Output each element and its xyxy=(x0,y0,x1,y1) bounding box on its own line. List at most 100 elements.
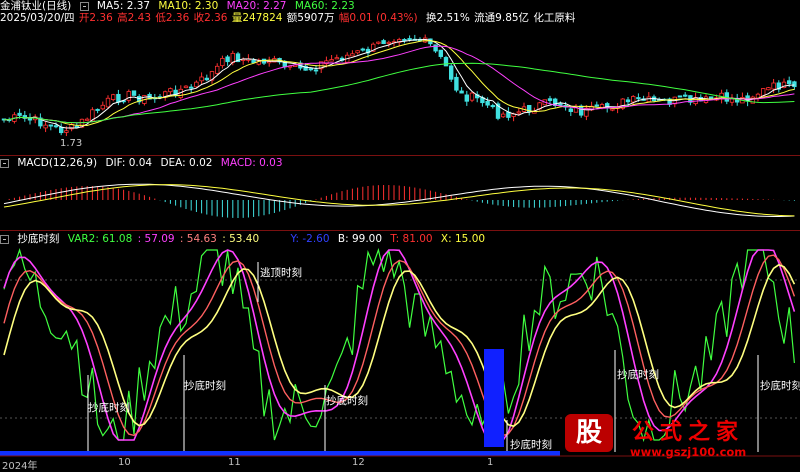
bottom-signal-label-5: 抄底时刻 xyxy=(617,369,659,381)
candle-body xyxy=(464,94,469,102)
quote-close: 收2.36 xyxy=(193,12,228,24)
candle-body xyxy=(43,124,48,129)
candle-body xyxy=(100,104,105,110)
ma10-line xyxy=(4,40,795,127)
indicator-settings-icon[interactable] xyxy=(0,234,9,244)
candle-body xyxy=(792,81,797,88)
macd-settings-icon[interactable] xyxy=(0,158,9,168)
candle-body xyxy=(48,124,53,127)
settings-box-icon[interactable] xyxy=(79,1,89,11)
quote-amount: 额5907万 xyxy=(286,12,335,24)
candle-body xyxy=(214,65,220,74)
candle-body xyxy=(168,88,173,93)
candle-body xyxy=(636,97,641,100)
candle-body xyxy=(199,76,204,82)
candle-body xyxy=(53,125,59,128)
ma20-line xyxy=(4,45,795,124)
candle-body xyxy=(74,125,79,128)
candle-body xyxy=(131,90,137,96)
candle-body xyxy=(59,126,64,134)
ma60-value: MA60: 2.23 xyxy=(294,0,355,12)
candle-body xyxy=(490,105,495,108)
candle-body xyxy=(225,56,230,63)
ma5-line xyxy=(4,38,795,129)
macd-header: MACD(12,26,9) DIF: 0.04 DEA: 0.02 MACD: … xyxy=(0,157,288,170)
candle-body xyxy=(27,117,33,121)
candle-body xyxy=(188,86,194,89)
quote-sector: 化工原料 xyxy=(533,12,576,24)
candle-body xyxy=(443,57,449,67)
ma60-line xyxy=(4,62,795,124)
indicator-v2: : 57.09 xyxy=(137,233,175,245)
stock-title: 金浦钛业(日线) xyxy=(0,0,72,12)
quote-line: 2025/03/20/四 开2.36 高2.43 低2.36 收2.36 量24… xyxy=(0,12,580,25)
candle-body xyxy=(683,94,688,97)
candle-body xyxy=(329,59,334,62)
xaxis-label-0: 2024年 xyxy=(2,461,38,472)
quote-date: 2025/03/20/四 xyxy=(0,12,75,24)
indicator-y: Y: -2.60 xyxy=(290,233,330,245)
candle-body xyxy=(599,104,605,108)
candle-body xyxy=(454,76,459,91)
quote-high: 高2.43 xyxy=(117,12,152,24)
candle-body xyxy=(105,97,111,108)
xaxis-label-4: 1 xyxy=(487,457,494,468)
quote-open: 开2.36 xyxy=(78,12,113,24)
bottom-signal-label-3: 抄底时刻 xyxy=(326,395,368,407)
candle-body xyxy=(386,41,391,44)
indicator-v3: : 54.63 xyxy=(179,233,217,245)
candle-body xyxy=(126,91,131,101)
top-signal-label: 逃顶时刻 xyxy=(260,267,302,279)
candle-body xyxy=(313,69,319,72)
candle-body xyxy=(376,41,381,44)
candle-body xyxy=(438,49,443,57)
macd-dea: DEA: 0.02 xyxy=(160,157,213,169)
candle-body xyxy=(433,44,438,52)
indicator-var2: VAR2: 61.08 xyxy=(67,233,133,245)
candle-body xyxy=(594,104,599,107)
indicator-v4: : 53.40 xyxy=(222,233,260,245)
candle-body xyxy=(308,68,313,71)
watermark: 股 公式之家 www.gszj100.com xyxy=(560,412,800,462)
xaxis-label-1: 10 xyxy=(118,457,131,468)
candle-body xyxy=(111,94,116,100)
candle-body xyxy=(204,77,209,81)
candle-body xyxy=(220,57,225,67)
candle-body xyxy=(64,130,69,133)
macd-name: MACD(12,26,9) xyxy=(17,157,98,169)
ma10-value: MA10: 2.30 xyxy=(158,0,219,12)
indicator-t: T: 81.00 xyxy=(390,233,433,245)
candle-body xyxy=(459,90,464,94)
xaxis-label-2: 11 xyxy=(228,457,241,468)
candle-body xyxy=(625,99,631,103)
candle-body xyxy=(485,100,490,106)
candle-body xyxy=(579,105,584,116)
candle-body xyxy=(568,108,573,112)
candle-body xyxy=(610,108,615,111)
watermark-url: www.gszj100.com xyxy=(630,445,747,459)
candle-body xyxy=(350,53,355,57)
low-price-marker: 1.73 xyxy=(60,138,83,149)
candle-body xyxy=(95,108,100,111)
xaxis-label-3: 12 xyxy=(352,457,365,468)
indicator-header: 抄底时刻 VAR2: 61.08 : 57.09 : 54.63 : 53.40… xyxy=(0,233,490,246)
candle-body xyxy=(85,118,90,121)
candle-body xyxy=(677,95,683,98)
timeline-bar xyxy=(0,451,560,456)
bottom-signal-label-4: 抄底时刻 xyxy=(510,439,552,451)
ma20-value: MA20: 2.27 xyxy=(226,0,287,12)
ma5-value: MA5: 2.37 xyxy=(96,0,151,12)
candle-body xyxy=(787,80,792,85)
quote-low: 低2.36 xyxy=(155,12,190,24)
candle-body xyxy=(516,111,521,114)
panel-divider-1 xyxy=(0,155,800,156)
macd-macd: MACD: 0.03 xyxy=(220,157,283,169)
candle-body xyxy=(771,82,776,90)
candle-body xyxy=(448,65,454,80)
panel-divider-2 xyxy=(0,230,800,231)
quote-turnover: 换2.51% xyxy=(425,12,470,24)
watermark-logo: 股 xyxy=(565,414,613,452)
candle-body xyxy=(402,38,407,41)
candle-body xyxy=(17,112,22,116)
chart-window: 金浦钛业(日线) MA5: 2.37 MA10: 2.30 MA20: 2.27… xyxy=(0,0,800,472)
